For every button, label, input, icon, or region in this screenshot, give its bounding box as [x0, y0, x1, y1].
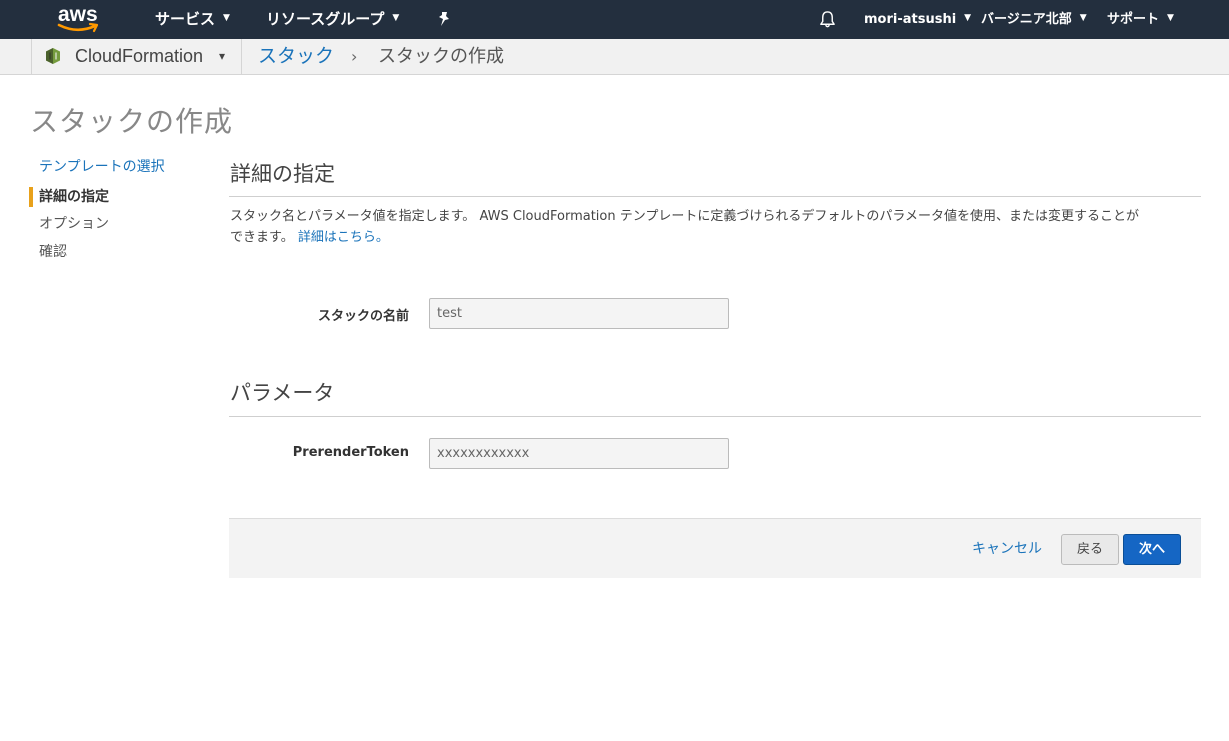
bell-icon[interactable]: [818, 10, 837, 29]
details-heading: 詳細の指定: [230, 162, 335, 186]
step-specify-details: 詳細の指定: [39, 189, 109, 205]
breadcrumb-stacks-link[interactable]: スタック: [258, 39, 334, 74]
pin-icon[interactable]: [436, 11, 452, 27]
divider: [229, 416, 1201, 417]
service-name: CloudFormation: [75, 46, 204, 66]
user-label: mori-atsushi: [864, 12, 957, 27]
user-menu[interactable]: mori-atsushi ▼: [864, 0, 971, 39]
cancel-link[interactable]: キャンセル: [972, 519, 1042, 579]
chevron-down-icon: ▼: [1167, 13, 1174, 23]
step-review: 確認: [39, 244, 67, 260]
back-button[interactable]: 戻る: [1061, 534, 1119, 565]
services-label: サービス: [155, 10, 216, 28]
aws-smile-icon: [57, 22, 99, 33]
region-menu[interactable]: バージニア北部 ▼: [981, 0, 1087, 39]
divider: [229, 196, 1201, 197]
parameters-heading: パラメータ: [230, 381, 335, 405]
support-menu[interactable]: サポート ▼: [1107, 0, 1174, 39]
description-text: スタック名とパラメータ値を指定します。 AWS CloudFormation テ…: [230, 209, 1139, 224]
prerender-token-input[interactable]: [429, 438, 729, 469]
learn-more-link[interactable]: 詳細はこちら。: [298, 230, 389, 245]
service-bar: CloudFormation ▾ スタック › スタックの作成: [0, 39, 1229, 75]
breadcrumb-separator: ›: [351, 47, 358, 66]
active-step-marker: [29, 187, 33, 207]
wizard-footer: キャンセル 戻る 次へ: [229, 518, 1201, 578]
prerender-token-label: PrerenderToken: [292, 445, 409, 460]
resource-groups-menu[interactable]: リソースグループ ▼: [266, 0, 399, 39]
step-select-template[interactable]: テンプレートの選択: [39, 157, 165, 177]
description-text-2: できます。: [230, 230, 294, 245]
cloudformation-icon: [46, 48, 60, 64]
page-title: スタックの作成: [30, 105, 234, 138]
next-button[interactable]: 次へ: [1123, 534, 1181, 565]
breadcrumb-current: スタックの作成: [378, 46, 504, 67]
services-menu[interactable]: サービス ▼: [155, 0, 230, 39]
chevron-down-icon: ▼: [964, 13, 972, 23]
top-navigation-bar: aws サービス ▼ リソースグループ ▼ mori-atsushi ▼ バージニア北…: [0, 0, 1229, 39]
stack-name-label: スタックの名前: [317, 309, 409, 324]
region-label: バージニア北部: [981, 12, 1072, 27]
chevron-down-icon: ▼: [392, 13, 400, 23]
chevron-down-icon: ▼: [1079, 13, 1087, 23]
support-label: サポート: [1107, 12, 1160, 27]
aws-logo[interactable]: aws: [57, 3, 103, 35]
details-description: スタック名とパラメータ値を指定します。 AWS CloudFormation テ…: [230, 206, 1205, 248]
stack-name-input[interactable]: [429, 298, 729, 329]
chevron-down-icon: ▼: [223, 13, 230, 23]
resource-groups-label: リソースグループ: [266, 10, 385, 28]
service-selector[interactable]: CloudFormation ▾: [31, 39, 242, 74]
chevron-down-icon: ▾: [219, 49, 226, 63]
step-options: オプション: [39, 216, 109, 232]
